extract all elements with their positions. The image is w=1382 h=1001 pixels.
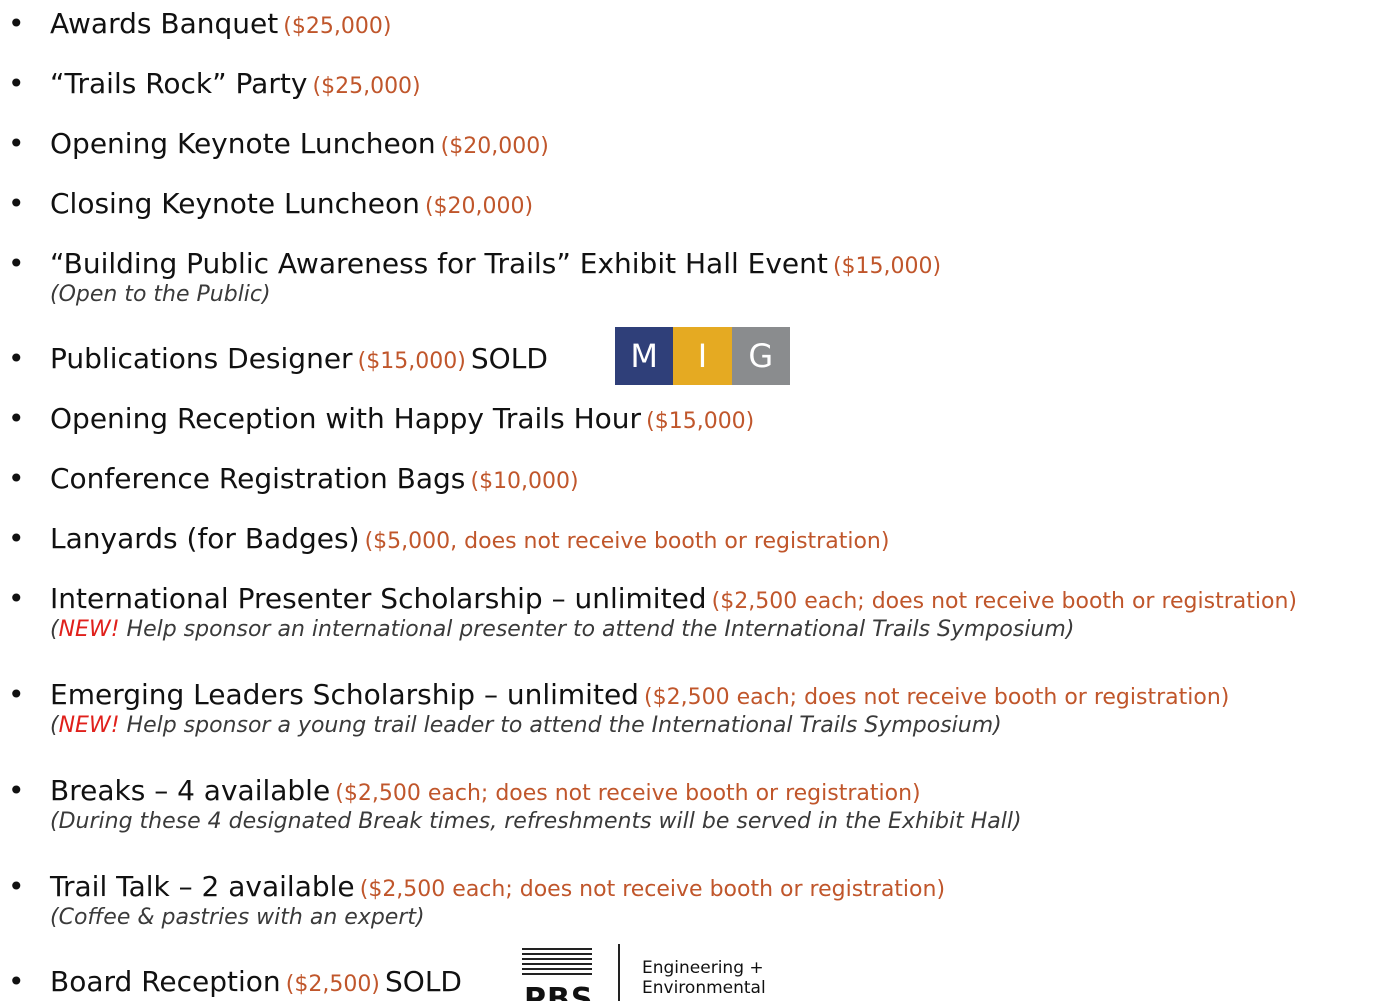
item-price: ($10,000) [470, 469, 579, 494]
mig-logo-m: M [615, 327, 674, 385]
sold-badge: SOLD [385, 965, 462, 998]
item-price: ($5,000, does not receive booth or regis… [364, 529, 890, 554]
bullet: • [8, 678, 25, 711]
pbs-logo-line2: Environmental [642, 978, 766, 998]
item-note: (NEW! Help sponsor a young trail leader … [50, 711, 1002, 741]
bullet: • [8, 7, 25, 40]
item-price: ($15,000) [357, 349, 466, 374]
item-label: Trail Talk – 2 available [50, 870, 355, 903]
new-tag: NEW! [58, 713, 120, 738]
item-note: (During these 4 designated Break times, … [50, 809, 1022, 834]
item-label: Lanyards (for Badges) [50, 522, 360, 555]
item-label: Opening Keynote Luncheon [50, 127, 436, 160]
item-label: Board Reception [50, 965, 281, 998]
item-label: Emerging Leaders Scholarship – unlimited [50, 678, 639, 711]
item-price: ($2,500 each; does not receive booth or … [335, 781, 921, 806]
bullet: • [8, 247, 25, 280]
item-note: (NEW! Help sponsor an international pres… [50, 615, 1074, 645]
bullet: • [8, 870, 25, 903]
item-price: ($2,500 each; does not receive booth or … [644, 685, 1230, 710]
note-text: Help sponsor an international presenter … [119, 617, 1075, 642]
bullet: • [8, 187, 25, 220]
item-price: ($2,500 each; does not receive booth or … [359, 877, 946, 902]
pbs-logo-divider [618, 944, 620, 1001]
bullet: • [8, 774, 25, 807]
bullet: • [8, 965, 25, 998]
bullet: • [8, 462, 25, 495]
item-label: Opening Reception with Happy Trails Hour [50, 402, 642, 435]
bullet: • [8, 402, 25, 435]
mig-logo-i: I [673, 327, 732, 385]
item-label: Conference Registration Bags [50, 462, 466, 495]
item-label: International Presenter Scholarship – un… [50, 582, 707, 615]
item-label: “Building Public Awareness for Trails” E… [50, 247, 828, 280]
item-label: Closing Keynote Luncheon [50, 187, 420, 220]
pbs-logo-line1: Engineering + [642, 958, 764, 978]
mig-logo: M I G [615, 327, 790, 385]
item-label: Awards Banquet [50, 7, 279, 40]
note-open: ( [50, 617, 59, 642]
sold-badge: SOLD [470, 342, 548, 375]
mig-logo-g: G [731, 327, 790, 385]
new-tag: NEW! [58, 617, 120, 642]
bullet: • [8, 67, 25, 100]
item-price: ($2,500) [285, 972, 380, 997]
item-price: ($15,000) [832, 254, 942, 279]
item-price: ($25,000) [283, 14, 392, 39]
item-price: ($20,000) [424, 194, 534, 219]
item-price: ($20,000) [440, 134, 549, 159]
item-note: (Open to the Public) [50, 282, 271, 307]
item-price: ($25,000) [312, 74, 421, 99]
item-note: (Coffee & pastries with an expert) [50, 905, 425, 930]
item-price: ($15,000) [646, 409, 755, 434]
pbs-logo: PBS Engineering + Environmental [520, 944, 800, 1001]
pbs-logo-letters: PBS [524, 982, 594, 1001]
bullet: • [8, 522, 25, 555]
note-open: ( [50, 713, 59, 738]
bullet: • [8, 342, 25, 375]
item-price: ($2,500 each; does not receive booth or … [711, 589, 1297, 614]
pbs-logo-lines [522, 948, 592, 978]
item-label: Breaks – 4 available [50, 774, 331, 807]
bullet: • [8, 127, 25, 160]
note-text: Help sponsor a young trail leader to att… [119, 713, 1002, 738]
item-label: “Trails Rock” Party [50, 67, 308, 100]
pbs-logo-text: Engineering + Environmental [642, 958, 766, 998]
item-label: Publications Designer [50, 342, 353, 375]
bullet: • [8, 582, 25, 615]
